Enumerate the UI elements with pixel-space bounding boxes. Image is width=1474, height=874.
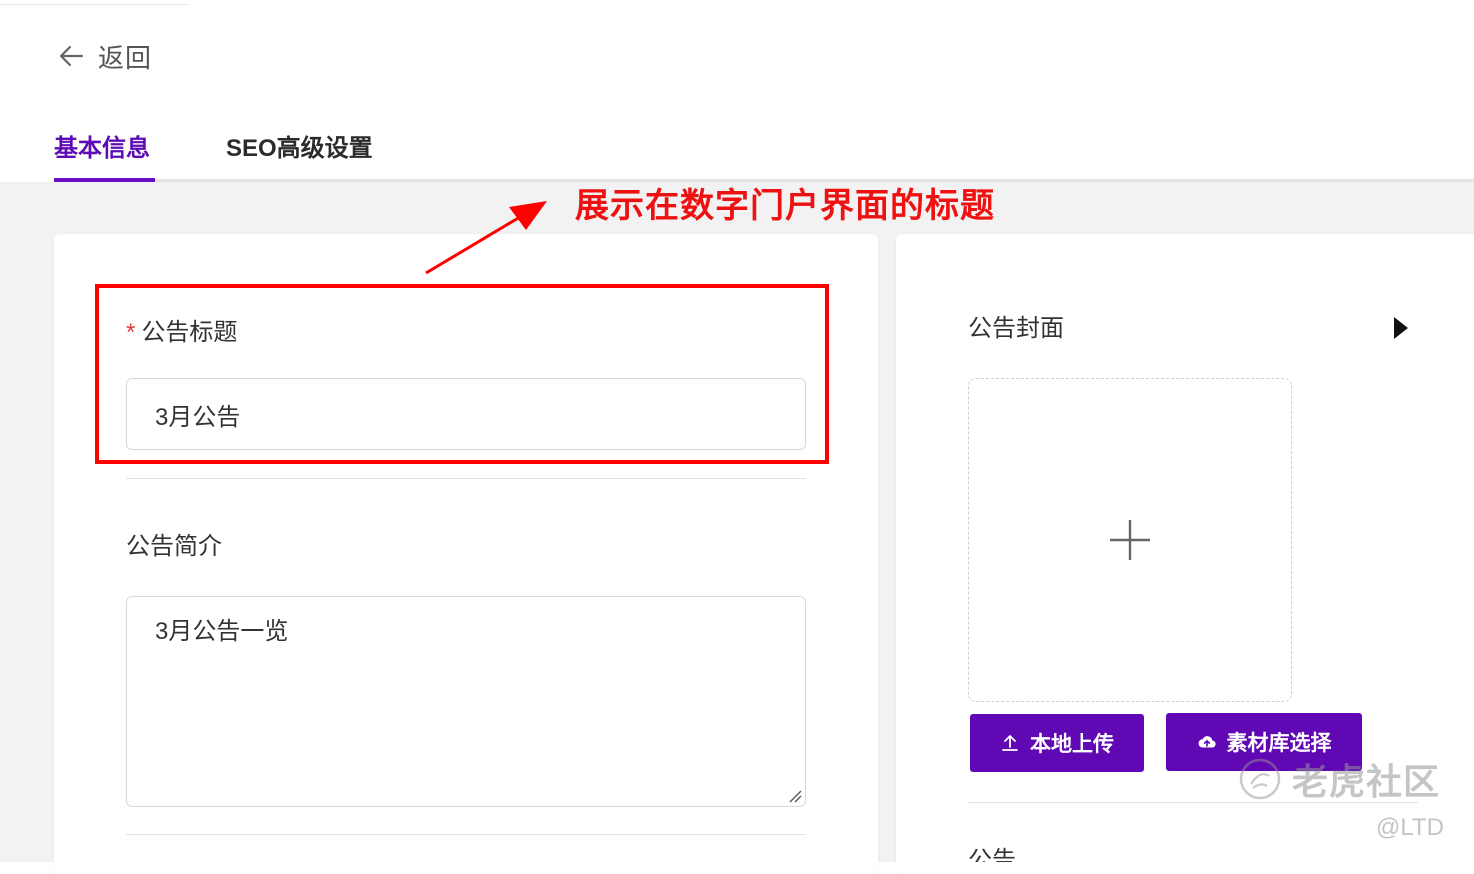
tab-basic-info[interactable]: 基本信息 xyxy=(54,128,150,163)
back-label: 返回 xyxy=(98,42,153,73)
top-divider xyxy=(0,4,188,5)
cover-upload-area[interactable] xyxy=(968,378,1292,702)
watermark: 老虎社区 xyxy=(1238,756,1440,802)
resize-grip-icon[interactable] xyxy=(788,789,802,803)
watermark-logo-icon xyxy=(1239,758,1281,800)
next-field-label-partial: 公告 xyxy=(968,847,1016,862)
field-divider-2 xyxy=(126,834,806,835)
cloud-upload-icon xyxy=(1197,736,1216,748)
annotation-highlight-box xyxy=(95,284,829,464)
watermark-text: 老虎社区 xyxy=(1292,761,1441,802)
upload-icon xyxy=(1002,735,1018,751)
arrow-left-icon xyxy=(59,45,84,67)
summary-textarea-value: 3月公告一览 xyxy=(155,618,289,645)
caret-right-icon[interactable] xyxy=(1392,316,1410,340)
tab-seo-settings[interactable]: SEO高级设置 xyxy=(226,128,373,163)
plus-icon xyxy=(1110,520,1150,560)
local-upload-label: 本地上传 xyxy=(1030,733,1114,756)
tab-bar: 基本信息 SEO高级设置 xyxy=(54,120,1474,182)
summary-field-label: 公告简介 xyxy=(126,533,222,560)
local-upload-button[interactable]: 本地上传 xyxy=(970,714,1144,772)
back-button[interactable]: 返回 xyxy=(56,38,152,74)
summary-textarea[interactable]: 3月公告一览 xyxy=(126,596,806,807)
annotation-text: 展示在数字门户界面的标题 xyxy=(575,187,995,225)
cover-field-label: 公告封面 xyxy=(968,315,1064,342)
field-divider xyxy=(126,478,806,479)
watermark-sub: @LTD xyxy=(1376,814,1444,841)
